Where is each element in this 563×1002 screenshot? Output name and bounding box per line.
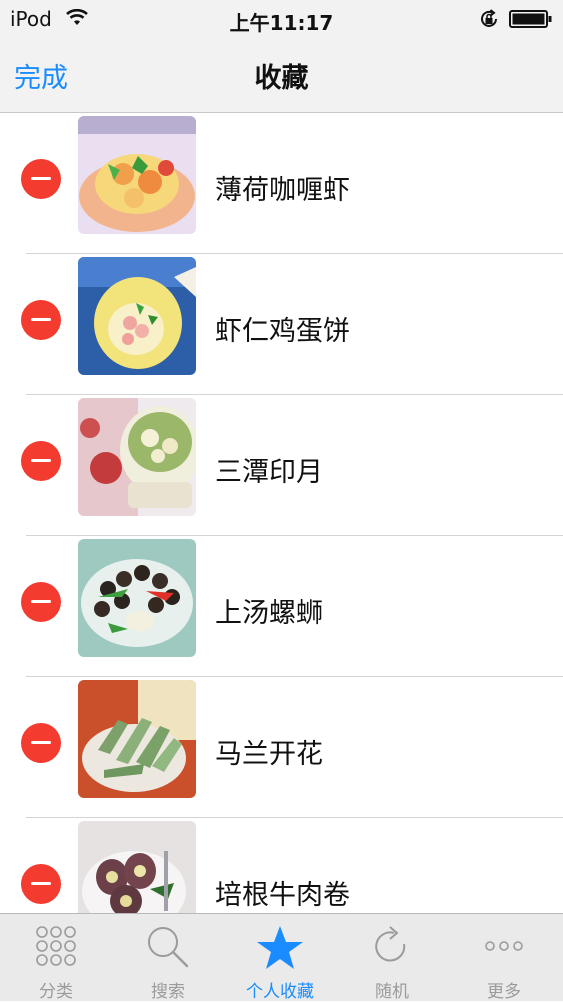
delete-button[interactable] [21, 723, 61, 763]
delete-button[interactable] [21, 300, 61, 340]
refresh-icon [336, 924, 448, 972]
delete-button[interactable] [21, 582, 61, 622]
list-item[interactable]: 马兰开花 [0, 677, 563, 818]
dish-thumbnail [78, 680, 196, 798]
navigation-bar: 完成 收藏 [0, 38, 563, 113]
delete-button[interactable] [21, 864, 61, 904]
list-item[interactable]: 上汤螺蛳 [0, 536, 563, 677]
tab-bar: 分类 搜索 个人收藏 随机 更多 [0, 913, 563, 1002]
status-bar: iPod 上午11:17 [0, 0, 563, 38]
grid-icon [0, 924, 112, 972]
dish-name: 马兰开花 [215, 739, 323, 770]
search-icon [112, 924, 224, 972]
dish-name: 虾仁鸡蛋饼 [215, 316, 350, 347]
tab-categories[interactable]: 分类 [0, 914, 112, 1002]
dish-name: 上汤螺蛳 [215, 598, 323, 629]
list-item[interactable]: 薄荷咖喱虾 [0, 113, 563, 254]
tab-label: 随机 [375, 982, 409, 1002]
list-item[interactable]: 三潭印月 [0, 395, 563, 536]
tab-more[interactable]: 更多 [448, 914, 560, 1002]
rotation-lock-icon [478, 8, 500, 34]
tab-favorites[interactable]: 个人收藏 [224, 914, 336, 1002]
page-title: 收藏 [254, 63, 309, 94]
dish-thumbnail [78, 257, 196, 375]
list-item[interactable]: 虾仁鸡蛋饼 [0, 254, 563, 395]
dish-name: 三潭印月 [215, 457, 323, 488]
battery-icon [509, 10, 553, 32]
dish-thumbnail [78, 821, 196, 913]
favorites-list: 薄荷咖喱虾 虾仁鸡蛋饼 三潭印月 上汤螺蛳 马兰开花 培根牛肉卷 [0, 113, 563, 913]
delete-button[interactable] [21, 441, 61, 481]
tab-random[interactable]: 随机 [336, 914, 448, 1002]
more-icon [448, 924, 560, 972]
dish-name: 培根牛肉卷 [215, 880, 350, 911]
tab-search[interactable]: 搜索 [112, 914, 224, 1002]
dish-name: 薄荷咖喱虾 [215, 175, 350, 206]
list-item[interactable]: 培根牛肉卷 [0, 818, 563, 913]
tab-label: 搜索 [151, 982, 185, 1002]
dish-thumbnail [78, 398, 196, 516]
tab-label: 个人收藏 [246, 982, 314, 1002]
tab-label: 更多 [487, 982, 521, 1002]
delete-button[interactable] [21, 159, 61, 199]
dish-thumbnail [78, 116, 196, 234]
tab-label: 分类 [39, 982, 73, 1002]
star-icon [224, 924, 336, 972]
dish-thumbnail [78, 539, 196, 657]
